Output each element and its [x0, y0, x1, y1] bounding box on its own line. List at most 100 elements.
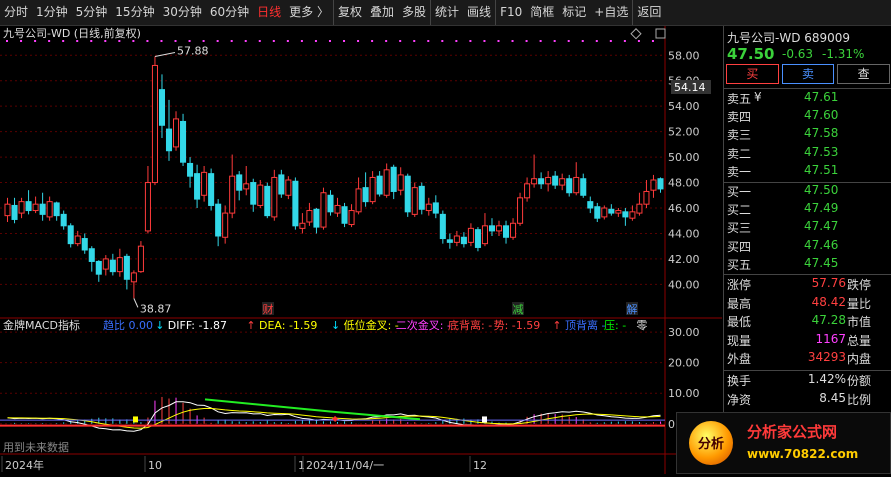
event-dot: [595, 40, 598, 42]
candle-body: [102, 258, 109, 270]
bid-label: 买三: [727, 221, 752, 236]
ask-price: 47.53: [804, 144, 839, 159]
event-dot: [76, 40, 79, 42]
toolbar-item-9[interactable]: 叠加: [366, 0, 398, 25]
candle-body: [425, 203, 432, 212]
sell-button[interactable]: 卖: [781, 64, 835, 84]
toolbar-item-5[interactable]: 60分钟: [206, 0, 253, 25]
macd-legend-item: DIFF: -1.87: [168, 319, 227, 332]
event-dot: [497, 40, 500, 42]
candle-body: [201, 171, 208, 196]
candle-body: [278, 174, 285, 195]
event-dot: [469, 40, 472, 42]
candle-body: [481, 225, 488, 245]
toolbar-item-3[interactable]: 15分钟: [111, 0, 158, 25]
event-dot: [343, 40, 346, 42]
candle-body: [264, 185, 271, 217]
query-button[interactable]: 查: [837, 64, 891, 84]
stock-title: 九号公司-WD 689009: [727, 31, 851, 45]
candle-body: [327, 194, 334, 213]
logo-sub-text: www.70822.com: [747, 447, 859, 461]
candle-body: [594, 206, 601, 219]
candle-body: [74, 235, 81, 245]
toolbar-item-1[interactable]: 1分钟: [32, 0, 72, 25]
event-dot: [202, 40, 205, 42]
toolbar-item-17[interactable]: 返回: [632, 0, 665, 25]
candle-body: [11, 204, 18, 220]
toolbar-item-12[interactable]: 画线: [463, 0, 495, 25]
toolbar-item-16[interactable]: +自选: [590, 0, 632, 25]
toolbar-item-6[interactable]: 日线: [253, 0, 285, 25]
event-dot: [511, 40, 514, 42]
candle-body: [151, 64, 158, 184]
price-tick-label: 46.00: [668, 202, 700, 215]
candle-body: [531, 178, 538, 185]
price-tick-label: 58.00: [668, 49, 700, 62]
ask-label: 卖四: [727, 110, 752, 125]
toolbar-item-14[interactable]: 简框: [526, 0, 558, 25]
event-dot: [174, 40, 177, 42]
buy-button[interactable]: 买: [726, 64, 779, 84]
price-tick-label: 40.00: [668, 278, 700, 291]
toolbar-item-0[interactable]: 分时: [0, 0, 32, 25]
candlestick-chart[interactable]: 58.0056.0054.0052.0050.0048.0046.0044.00…: [0, 26, 722, 474]
event-dot: [413, 40, 416, 42]
candle-body: [18, 201, 25, 214]
ask-row: 卖三 47.58: [724, 126, 891, 144]
candle-body: [67, 225, 74, 245]
toolbar-item-2[interactable]: 5分钟: [72, 0, 112, 25]
event-dot: [90, 40, 93, 42]
chart-area[interactable]: 58.0056.0054.0052.0050.0048.0046.0044.00…: [0, 26, 722, 474]
quote-label-2: 比例: [847, 392, 872, 407]
bid-price: 47.49: [804, 201, 839, 216]
quote-row: 净资 8.45 比例: [724, 391, 891, 410]
candle-body: [88, 248, 95, 262]
quote-value: 48.42: [811, 294, 846, 309]
logo-ball-icon: 分析: [689, 421, 733, 465]
candle-body: [158, 89, 166, 126]
candle-body: [95, 260, 102, 275]
candle-body: [123, 255, 130, 280]
event-dot: [651, 40, 654, 42]
macd-tick-label: 30.00: [668, 326, 700, 339]
event-dot: [146, 40, 149, 42]
candle-body: [4, 203, 11, 217]
candle-body: [524, 183, 531, 199]
ask-price: 47.58: [804, 126, 839, 141]
event-dot: [609, 40, 612, 42]
candle-body: [137, 245, 144, 273]
macd-legend-item: ↑: [552, 319, 561, 332]
bid-row: 买四 47.46: [724, 238, 891, 256]
candle-body: [559, 178, 566, 186]
event-dot: [385, 40, 388, 42]
toolbar-item-15[interactable]: 标记: [558, 0, 590, 25]
toolbar-item-4[interactable]: 30分钟: [159, 0, 206, 25]
event-dot: [132, 40, 135, 42]
date-label: 1: [298, 459, 305, 472]
candle-body: [453, 235, 460, 243]
bid-row: 买五 47.45: [724, 256, 891, 274]
event-dot: [286, 40, 289, 42]
toolbar-item-10[interactable]: 多股: [398, 0, 430, 25]
macd-legend-item: 压: -: [604, 319, 626, 332]
toolbar-item-13[interactable]: F10: [495, 0, 526, 25]
toolbar-item-11[interactable]: 统计: [430, 0, 463, 25]
macd-legend-item: DEA: -1.59: [259, 319, 317, 332]
candle-body: [390, 166, 397, 192]
candle-body: [208, 173, 215, 206]
price-tick-label: 50.00: [668, 151, 700, 164]
toolbar-item-8[interactable]: 复权: [332, 0, 366, 25]
event-dot: [118, 40, 121, 42]
ask-price: 47.51: [804, 162, 839, 177]
toolbar-item-7[interactable]: 更多 〉: [285, 0, 333, 25]
event-dot: [567, 40, 570, 42]
candle-body: [495, 225, 503, 232]
candle-body: [109, 259, 116, 273]
candle-body: [236, 174, 243, 191]
current-price: 47.50: [727, 45, 775, 63]
macd-legend-item: 二次金叉: -: [396, 318, 451, 332]
macd-tick-label: 10.00: [668, 387, 700, 400]
macd-legend-item: 顶背离 -: [565, 318, 605, 332]
candle-body: [369, 176, 376, 203]
candle-body: [306, 210, 313, 223]
